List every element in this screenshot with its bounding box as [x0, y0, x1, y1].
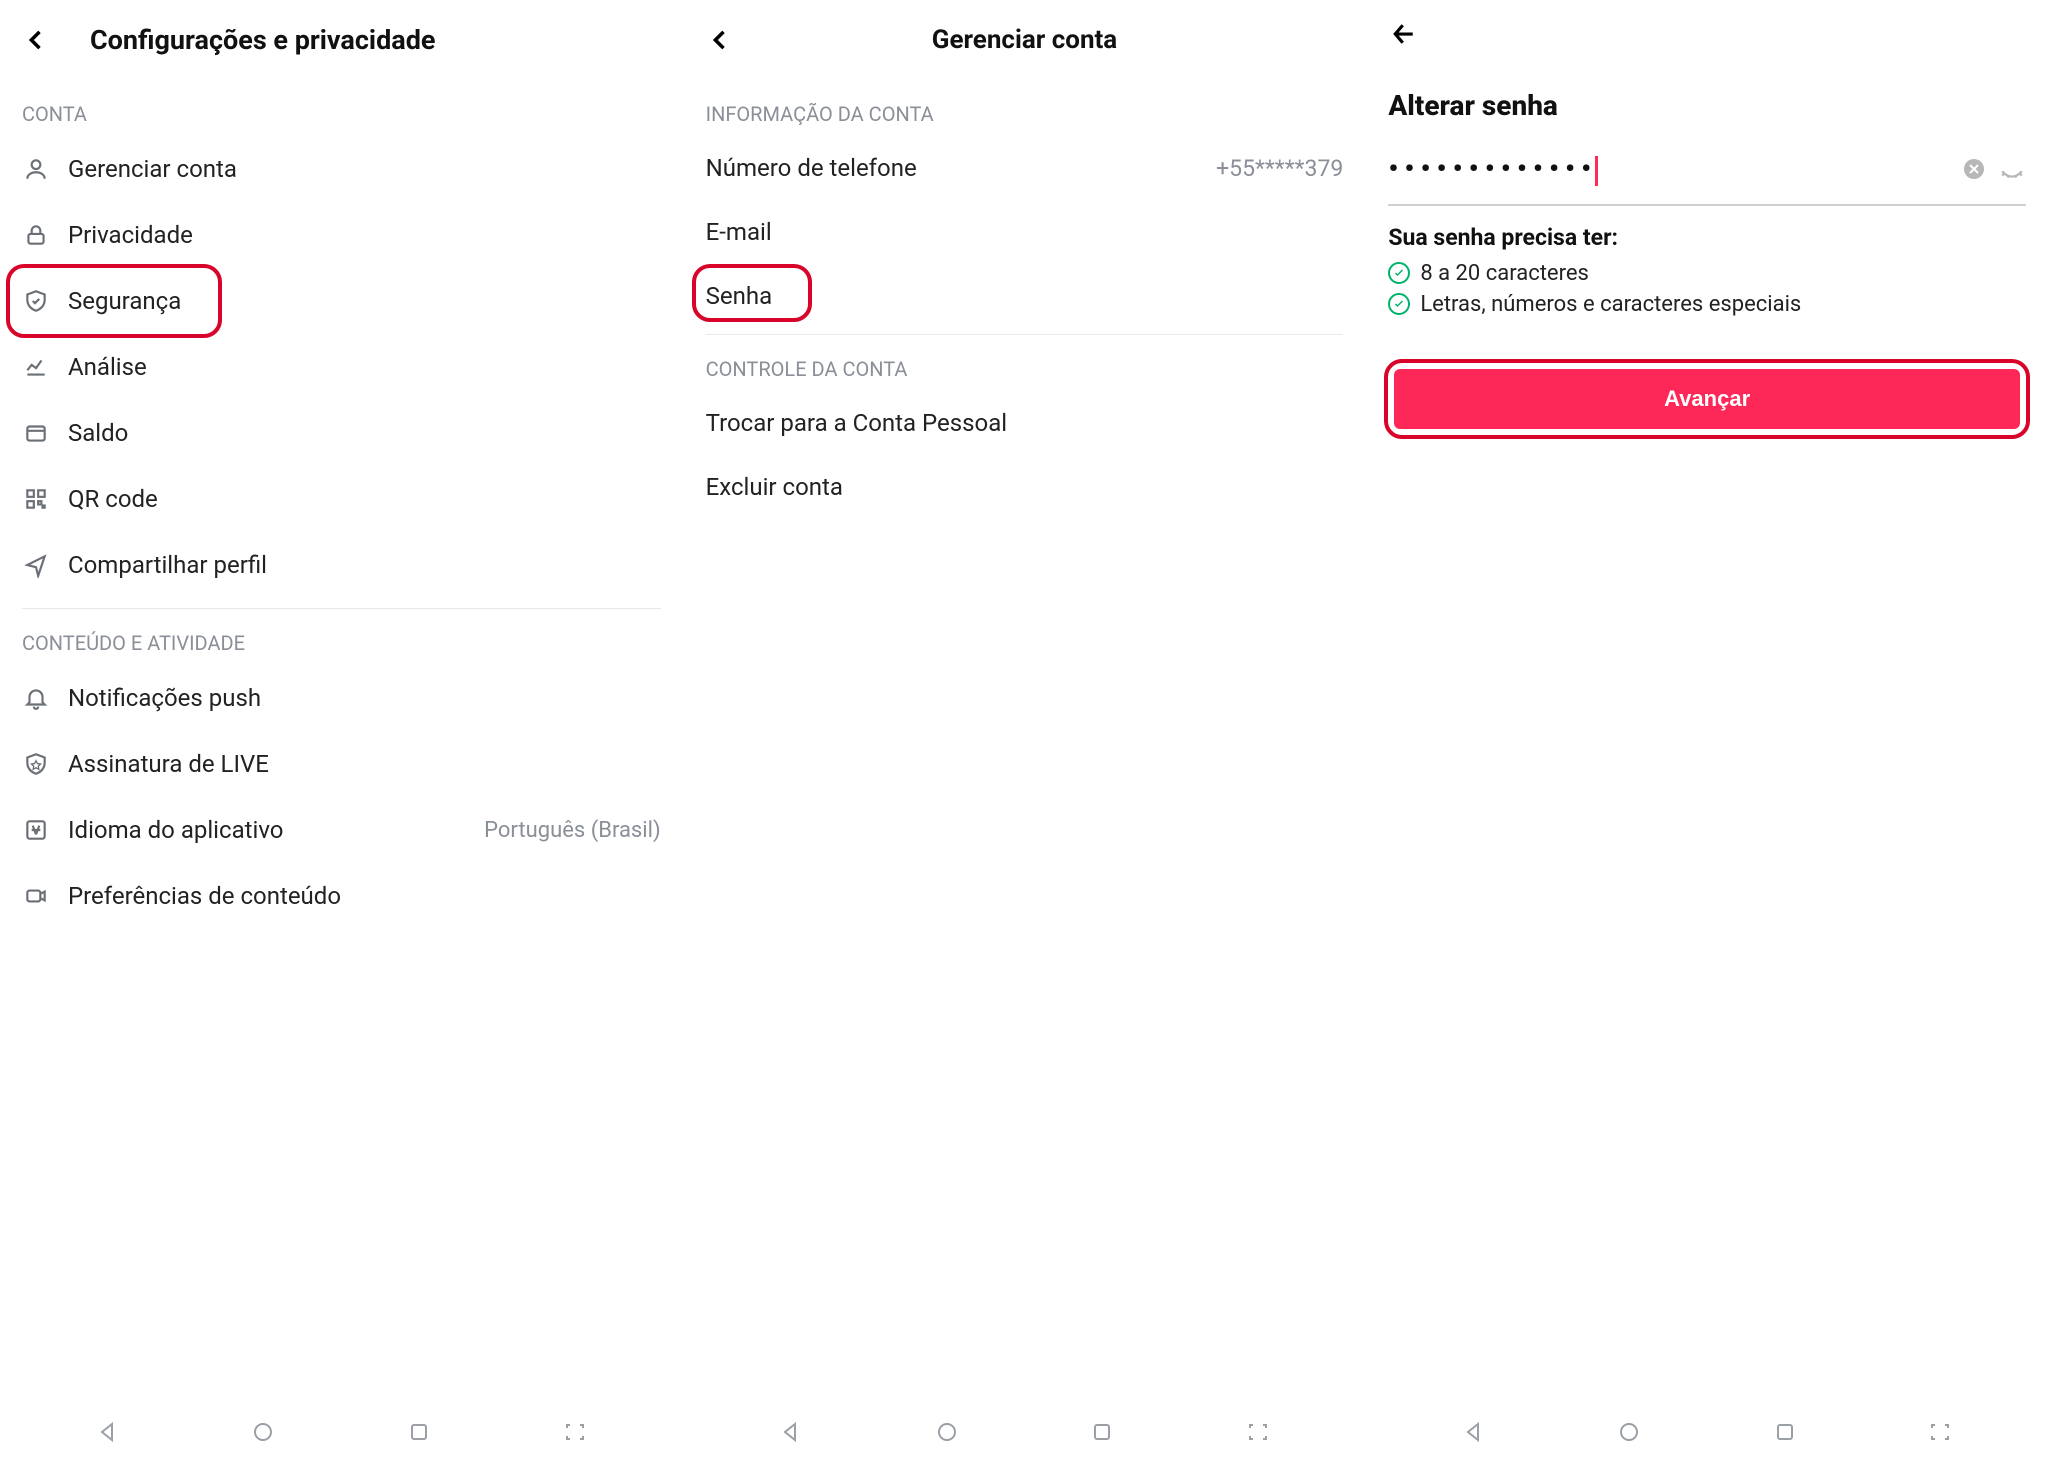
back-icon[interactable] — [22, 26, 50, 54]
row-value: +55*****379 — [1216, 155, 1343, 182]
panel-manage-account: Gerenciar conta INFORMAÇÃO DA CONTA Núme… — [683, 0, 1366, 1464]
menu-label: QR code — [68, 485, 158, 513]
menu-label: Idioma do aplicativo — [68, 816, 283, 844]
row-label: Excluir conta — [706, 473, 843, 501]
nav-recent-icon[interactable] — [1771, 1418, 1799, 1446]
header: Configurações e privacidade — [0, 0, 683, 80]
nav-home-icon[interactable] — [249, 1418, 277, 1446]
advance-button[interactable]: Avançar — [1394, 369, 2020, 429]
password-rules: Sua senha precisa ter: 8 a 20 caracteres… — [1366, 206, 2048, 341]
section-label-info: INFORMAÇÃO DA CONTA — [684, 80, 1366, 136]
nav-screenshot-icon[interactable] — [1926, 1418, 1954, 1446]
share-icon — [22, 551, 50, 579]
language-icon — [22, 816, 50, 844]
check-icon — [1388, 262, 1410, 284]
account-row-phone[interactable]: Número de telefone +55*****379 — [684, 136, 1366, 200]
advance-button-wrap: Avançar — [1384, 359, 2030, 439]
nav-recent-icon[interactable] — [405, 1418, 433, 1446]
settings-item-qr-code[interactable]: QR code — [0, 466, 683, 532]
nav-home-icon[interactable] — [933, 1418, 961, 1446]
menu-label: Análise — [68, 353, 147, 381]
nav-back-icon[interactable] — [1460, 1418, 1488, 1446]
row-label: Trocar para a Conta Pessoal — [706, 409, 1007, 437]
menu-label: Preferências de conteúdo — [68, 882, 341, 910]
panel-settings: Configurações e privacidade CONTA Gerenc… — [0, 0, 683, 1464]
settings-item-privacidade[interactable]: Privacidade — [0, 202, 683, 268]
section-label-conta: CONTA — [0, 80, 683, 136]
android-navbar — [0, 1408, 683, 1456]
nav-home-icon[interactable] — [1615, 1418, 1643, 1446]
menu-label: Notificações push — [68, 684, 261, 712]
shield-icon — [22, 287, 50, 315]
menu-label: Segurança — [68, 287, 181, 315]
rule-item: Letras, números e caracteres especiais — [1388, 292, 2026, 317]
settings-item-saldo[interactable]: Saldo — [0, 400, 683, 466]
account-row-switch-personal[interactable]: Trocar para a Conta Pessoal — [684, 391, 1366, 455]
password-mask: ••••••••••••• — [1388, 152, 1950, 186]
password-field[interactable]: ••••••••••••• — [1388, 152, 2026, 206]
page-title: Alterar senha — [1366, 71, 2048, 134]
header — [1366, 0, 2048, 71]
check-icon — [1388, 293, 1410, 315]
row-label: E-mail — [706, 218, 772, 246]
analytics-icon — [22, 353, 50, 381]
settings-item-compartilhar-perfil[interactable]: Compartilhar perfil — [0, 532, 683, 598]
section-label-conteudo: CONTEÚDO E ATIVIDADE — [0, 609, 683, 665]
page-title: Configurações e privacidade — [90, 24, 661, 56]
header: Gerenciar conta — [684, 0, 1366, 80]
menu-label: Saldo — [68, 419, 128, 447]
qr-icon — [22, 485, 50, 513]
settings-item-seguranca[interactable]: Segurança — [0, 268, 683, 334]
settings-item-idioma[interactable]: Idioma do aplicativo Português (Brasil) — [0, 797, 683, 863]
account-row-email[interactable]: E-mail — [684, 200, 1366, 264]
nav-back-icon[interactable] — [94, 1418, 122, 1446]
live-shield-icon — [22, 750, 50, 778]
account-row-senha[interactable]: Senha — [684, 264, 1366, 328]
settings-item-gerenciar-conta[interactable]: Gerenciar conta — [0, 136, 683, 202]
camera-icon — [22, 882, 50, 910]
menu-label: Compartilhar perfil — [68, 551, 267, 579]
settings-item-analise[interactable]: Análise — [0, 334, 683, 400]
rule-text: 8 a 20 caracteres — [1420, 261, 1589, 286]
menu-trailing: Português (Brasil) — [484, 818, 661, 843]
nav-recent-icon[interactable] — [1088, 1418, 1116, 1446]
account-row-delete[interactable]: Excluir conta — [684, 455, 1366, 519]
clear-icon[interactable] — [1960, 155, 1988, 183]
nav-screenshot-icon[interactable] — [1244, 1418, 1272, 1446]
rule-text: Letras, números e caracteres especiais — [1420, 292, 1801, 317]
settings-item-notificacoes[interactable]: Notificações push — [0, 665, 683, 731]
row-label: Número de telefone — [706, 154, 917, 182]
android-navbar — [684, 1408, 1366, 1456]
page-title: Gerenciar conta — [706, 25, 1344, 55]
rule-item: 8 a 20 caracteres — [1388, 261, 2026, 286]
eye-hidden-icon[interactable] — [1998, 155, 2026, 183]
menu-label: Assinatura de LIVE — [68, 750, 269, 778]
person-icon — [22, 155, 50, 183]
nav-screenshot-icon[interactable] — [561, 1418, 589, 1446]
bell-icon — [22, 684, 50, 712]
nav-back-icon[interactable] — [777, 1418, 805, 1446]
back-arrow-icon[interactable] — [1388, 18, 1420, 50]
row-label: Senha — [706, 282, 773, 310]
panel-change-password: Alterar senha ••••••••••••• Sua senha pr… — [1365, 0, 2048, 1464]
rules-title: Sua senha precisa ter: — [1388, 224, 2026, 251]
section-label-control: CONTROLE DA CONTA — [684, 335, 1366, 391]
android-navbar — [1366, 1408, 2048, 1456]
menu-label: Privacidade — [68, 221, 193, 249]
settings-item-preferencias-conteudo[interactable]: Preferências de conteúdo — [0, 863, 683, 929]
text-caret — [1595, 156, 1598, 186]
wallet-icon — [22, 419, 50, 447]
settings-item-assinatura-live[interactable]: Assinatura de LIVE — [0, 731, 683, 797]
lock-icon — [22, 221, 50, 249]
menu-label: Gerenciar conta — [68, 155, 237, 183]
